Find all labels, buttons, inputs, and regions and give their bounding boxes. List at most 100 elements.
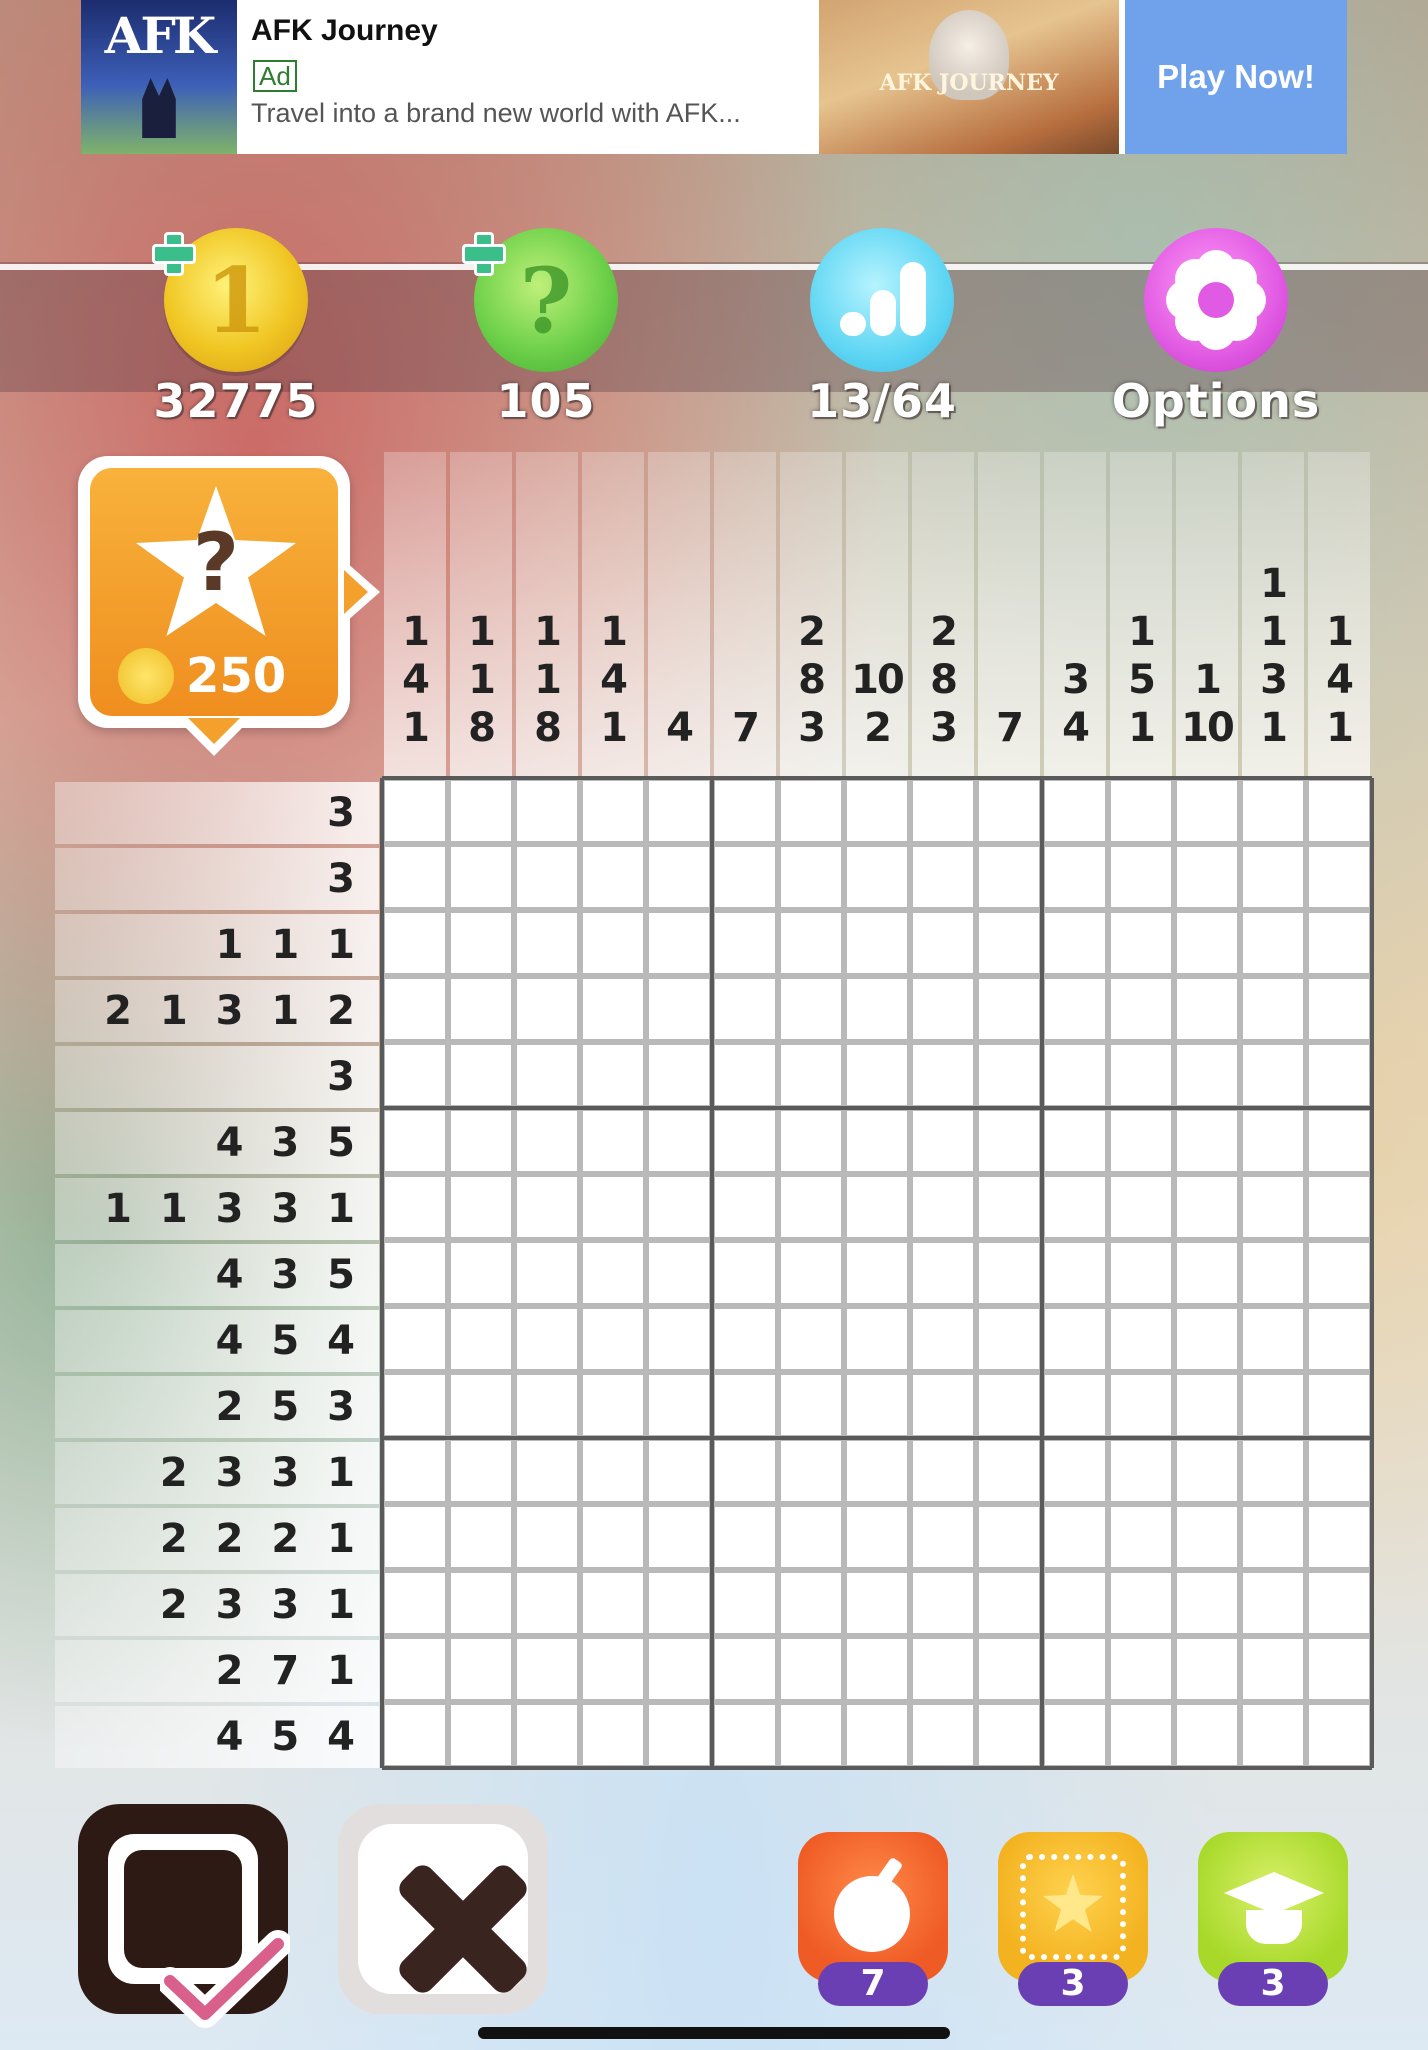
stats-icon[interactable] <box>810 228 954 372</box>
grid-cell[interactable] <box>448 1174 514 1240</box>
grid-cell[interactable] <box>382 1570 448 1636</box>
grid-cell[interactable] <box>1042 778 1108 844</box>
grid-cell[interactable] <box>580 976 646 1042</box>
grid-cell[interactable] <box>1306 1570 1372 1636</box>
grid-cell[interactable] <box>580 1240 646 1306</box>
grid-cell[interactable] <box>580 1504 646 1570</box>
grid-cell[interactable] <box>1042 910 1108 976</box>
grid-cell[interactable] <box>646 1240 712 1306</box>
grid-cell[interactable] <box>1240 1504 1306 1570</box>
grid-cell[interactable] <box>844 1570 910 1636</box>
grid-cell[interactable] <box>1042 1636 1108 1702</box>
grid-cell[interactable] <box>712 1570 778 1636</box>
grid-cell[interactable] <box>514 1174 580 1240</box>
grid-cell[interactable] <box>778 844 844 910</box>
grid-cell[interactable] <box>1240 1438 1306 1504</box>
grid-cell[interactable] <box>1174 1174 1240 1240</box>
grid-cell[interactable] <box>514 844 580 910</box>
grid-cell[interactable] <box>448 1240 514 1306</box>
grid-cell[interactable] <box>778 1636 844 1702</box>
grid-cell[interactable] <box>448 1438 514 1504</box>
grid-cell[interactable] <box>514 1702 580 1768</box>
grid-cell[interactable] <box>1174 778 1240 844</box>
grid-cell[interactable] <box>514 1570 580 1636</box>
grid-cell[interactable] <box>976 976 1042 1042</box>
grid-cell[interactable] <box>646 1504 712 1570</box>
grid-cell[interactable] <box>514 1108 580 1174</box>
grid-cell[interactable] <box>514 1636 580 1702</box>
grid-cell[interactable] <box>580 1702 646 1768</box>
grid-cell[interactable] <box>712 1306 778 1372</box>
grid-cell[interactable] <box>514 778 580 844</box>
grid-cell[interactable] <box>382 1108 448 1174</box>
grid-cell[interactable] <box>1108 1174 1174 1240</box>
grid-cell[interactable] <box>448 844 514 910</box>
grid-cell[interactable] <box>712 1438 778 1504</box>
grid-cell[interactable] <box>1174 976 1240 1042</box>
grid-cell[interactable] <box>712 1702 778 1768</box>
grid-cell[interactable] <box>712 844 778 910</box>
grid-cell[interactable] <box>712 1108 778 1174</box>
bomb-powerup-button[interactable]: 7 <box>798 1832 948 2006</box>
grid-cell[interactable] <box>1306 1108 1372 1174</box>
grid-cell[interactable] <box>1240 778 1306 844</box>
grid-cell[interactable] <box>514 1438 580 1504</box>
grid-cell[interactable] <box>448 1702 514 1768</box>
grid-cell[interactable] <box>1174 1702 1240 1768</box>
grid-cell[interactable] <box>1042 1174 1108 1240</box>
grid-cell[interactable] <box>1042 844 1108 910</box>
grid-cell[interactable] <box>580 1372 646 1438</box>
grid-cell[interactable] <box>382 844 448 910</box>
grid-cell[interactable] <box>1306 1636 1372 1702</box>
grid-cell[interactable] <box>448 1570 514 1636</box>
grid-cell[interactable] <box>1240 1570 1306 1636</box>
grid-cell[interactable] <box>976 1438 1042 1504</box>
grid-cell[interactable] <box>1174 844 1240 910</box>
grid-cell[interactable] <box>976 1108 1042 1174</box>
grid-cell[interactable] <box>646 1108 712 1174</box>
grid-cell[interactable] <box>1042 1372 1108 1438</box>
grid-cell[interactable] <box>778 1570 844 1636</box>
grid-cell[interactable] <box>382 1042 448 1108</box>
grid-cell[interactable] <box>580 778 646 844</box>
grid-cell[interactable] <box>778 1042 844 1108</box>
grid-cell[interactable] <box>910 1504 976 1570</box>
grid-cell[interactable] <box>382 778 448 844</box>
grid-cell[interactable] <box>1306 1504 1372 1570</box>
grid-cell[interactable] <box>1108 910 1174 976</box>
grid-cell[interactable] <box>382 1636 448 1702</box>
grid-cell[interactable] <box>1108 976 1174 1042</box>
grid-cell[interactable] <box>844 1372 910 1438</box>
grid-cell[interactable] <box>844 844 910 910</box>
grid-cell[interactable] <box>1108 1438 1174 1504</box>
grid-cell[interactable] <box>844 778 910 844</box>
grid-cell[interactable] <box>1042 1438 1108 1504</box>
grid-cell[interactable] <box>646 910 712 976</box>
grid-cell[interactable] <box>910 778 976 844</box>
grid-cell[interactable] <box>580 844 646 910</box>
grid-cell[interactable] <box>580 1042 646 1108</box>
grid-cell[interactable] <box>844 1108 910 1174</box>
grid-cell[interactable] <box>910 1438 976 1504</box>
grid-cell[interactable] <box>382 1702 448 1768</box>
grid-cell[interactable] <box>844 910 910 976</box>
grid-cell[interactable] <box>712 976 778 1042</box>
grid-cell[interactable] <box>448 1372 514 1438</box>
grid-cell[interactable] <box>1108 778 1174 844</box>
grid-cell[interactable] <box>514 1240 580 1306</box>
grid-cell[interactable] <box>1240 1306 1306 1372</box>
grid-cell[interactable] <box>778 1504 844 1570</box>
grid-cell[interactable] <box>448 1306 514 1372</box>
grid-cell[interactable] <box>910 1570 976 1636</box>
grid-cell[interactable] <box>1306 844 1372 910</box>
grid-cell[interactable] <box>1306 1174 1372 1240</box>
grid-cell[interactable] <box>382 1240 448 1306</box>
grid-cell[interactable] <box>1108 1702 1174 1768</box>
grid-cell[interactable] <box>382 1174 448 1240</box>
grid-cell[interactable] <box>646 1372 712 1438</box>
grid-cell[interactable] <box>448 1504 514 1570</box>
grid-cell[interactable] <box>910 1240 976 1306</box>
grid-cell[interactable] <box>1240 1240 1306 1306</box>
grid-cell[interactable] <box>976 1702 1042 1768</box>
grid-cell[interactable] <box>976 844 1042 910</box>
